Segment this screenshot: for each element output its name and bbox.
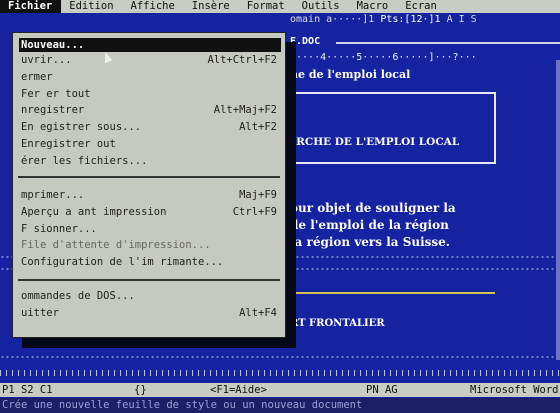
- menu-item-enregistrer[interactable]: nregistrer Alt+Maj+F2: [19, 103, 281, 117]
- menu-format[interactable]: Format: [239, 0, 294, 13]
- menu-item-enregistrer-tout[interactable]: Enregistrer out: [19, 137, 281, 151]
- doc-para-1: our objet de souligner la: [290, 201, 456, 215]
- menu-insere[interactable]: Insère: [184, 0, 239, 13]
- menu-bar: Fichier Edition Affiche Insère Format Ou…: [0, 0, 560, 13]
- help-message: Crée une nouvelle feuille de style ou un…: [0, 398, 560, 413]
- menu-item-imprimer[interactable]: mprimer... Maj+F9: [19, 188, 281, 202]
- title-divider: [336, 42, 560, 44]
- ribbon-flags[interactable]: A I S: [447, 14, 477, 25]
- status-app-name: Microsoft Word: [470, 384, 559, 396]
- menu-item-quitter[interactable]: uitter Alt+F4: [19, 306, 281, 320]
- menu-separator: [18, 279, 280, 281]
- menu-item-apercu[interactable]: Aperçu a ant impression Ctrl+F9: [19, 205, 281, 219]
- doc-line-1: he de l'emploi local: [290, 68, 411, 81]
- menu-fichier[interactable]: Fichier: [0, 0, 62, 13]
- doc-para-2: de l'emploi de la région: [290, 218, 449, 232]
- ribbon-points[interactable]: Pts:[12·]1: [380, 14, 440, 25]
- status-braces: {}: [134, 384, 147, 396]
- menu-item-file-attente[interactable]: File d'attente d'impression...: [19, 238, 281, 252]
- menu-item-gerer-fichiers[interactable]: érer les fichiers...: [19, 154, 281, 168]
- status-help[interactable]: <F1=Aide>: [210, 383, 267, 397]
- underline-rule: [290, 292, 495, 294]
- menu-affiche[interactable]: Affiche: [123, 0, 184, 13]
- menu-outils[interactable]: Outils: [294, 0, 349, 13]
- word-dos-screen: Fichier Edition Affiche Insère Format Ou…: [0, 0, 560, 413]
- status-position: P1 S2 C1: [2, 384, 53, 396]
- dotted-line: [0, 354, 560, 360]
- menu-item-enregistrer-sous[interactable]: En egistrer sous... Alt+F2: [19, 120, 281, 134]
- title-box: [282, 92, 496, 164]
- menu-macro[interactable]: Macro: [349, 0, 398, 13]
- menu-item-fermer-tout[interactable]: Fer er tout: [19, 87, 281, 101]
- ribbon-bar: omain a·····]1 Pts:[12·]1 A I S: [290, 14, 560, 26]
- vertical-scrollbar[interactable]: [556, 60, 560, 360]
- doc-para-3: la région vers la Suisse.: [290, 235, 450, 249]
- ruler-scale: ·····4·····5·····6·····]···?···: [290, 52, 477, 63]
- status-bar: P1 S2 C1 {} <F1=Aide> PN AG Microsoft Wo…: [0, 383, 560, 397]
- status-mode: PN AG: [366, 384, 398, 396]
- menu-ecran[interactable]: Ecran: [397, 0, 446, 13]
- menu-item-fermer[interactable]: ermer: [19, 70, 281, 84]
- menu-edition[interactable]: Edition: [61, 0, 122, 13]
- menu-separator: [18, 176, 280, 178]
- menu-item-config-imprimante[interactable]: Configuration de l'im rimante...: [19, 255, 281, 269]
- menu-item-nouveau[interactable]: Nouveau...: [19, 38, 281, 52]
- bottom-ruler: [0, 370, 560, 376]
- ribbon-font[interactable]: omain a·····]1: [290, 14, 374, 25]
- doc-heading-2: RT FRONTALIER: [290, 318, 385, 329]
- menu-item-fusionner[interactable]: F sionner...: [19, 222, 281, 236]
- fichier-menu: Nouveau... uvrir... Alt+Ctrl+F2 ermer Fe…: [12, 32, 286, 338]
- document-title: E.DOC: [290, 36, 321, 47]
- doc-line-2: ARCHE DE L'EMPLOI LOCAL: [288, 136, 460, 148]
- menu-item-ouvrir[interactable]: uvrir... Alt+Ctrl+F2: [19, 53, 281, 67]
- menu-item-commandes-dos[interactable]: ommandes de DOS...: [19, 289, 281, 303]
